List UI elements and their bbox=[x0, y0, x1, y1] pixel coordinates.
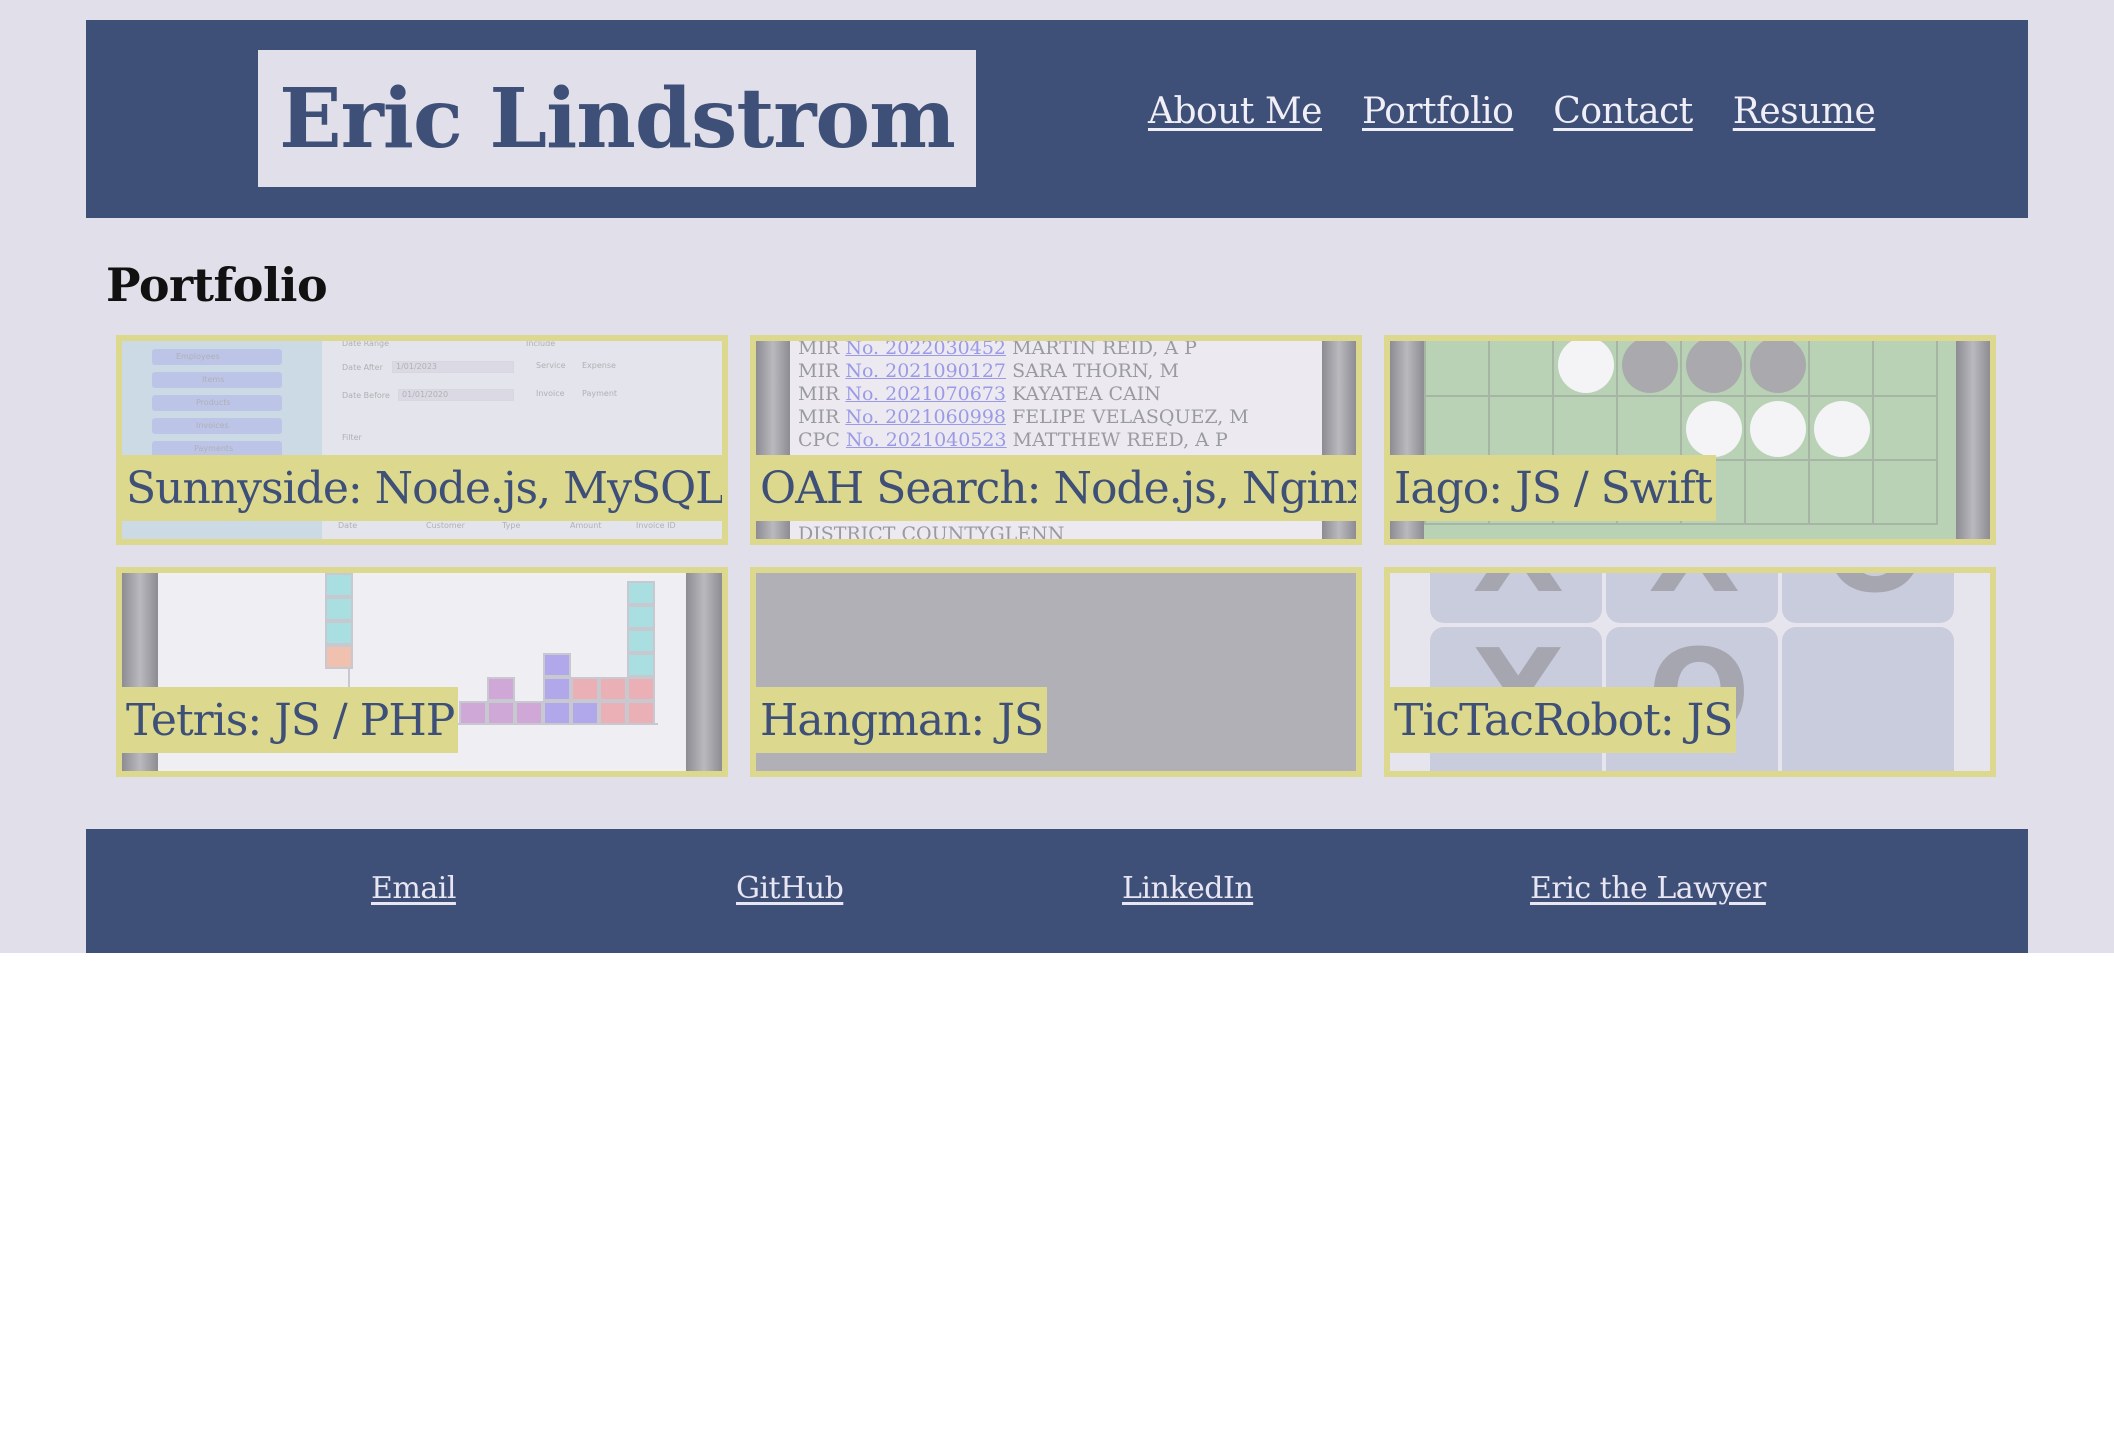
project-title[interactable]: Hangman: JS bbox=[756, 687, 1047, 753]
project-card-hangman[interactable]: Hangman: JS bbox=[750, 567, 1362, 777]
brand-box[interactable]: Eric Lindstrom bbox=[258, 50, 976, 187]
project-card-tetris[interactable]: Tetris: JS / PHP bbox=[116, 567, 728, 777]
white-disc bbox=[1686, 401, 1742, 457]
thumb-result-row: CPC No. 2021040523 MATTHEW REED, A P bbox=[798, 429, 1228, 451]
project-card-tictacrobot[interactable]: X X O X O TicTacRobot: JS bbox=[1384, 567, 1996, 777]
project-title[interactable]: Iago: JS / Swift bbox=[1390, 455, 1716, 521]
site-footer: Email GitHub LinkedIn Eric the Lawyer bbox=[86, 829, 2028, 953]
thumb-result-row: MIR No. 2021060998 FELIPE VELASQUEZ, M bbox=[798, 406, 1249, 428]
portfolio-heading: Portfolio bbox=[106, 258, 328, 312]
project-title[interactable]: OAH Search: Node.js, Nginx bbox=[756, 455, 1356, 521]
footer-link-email[interactable]: Email bbox=[371, 871, 456, 906]
nav-link-about[interactable]: About Me bbox=[1148, 91, 1322, 132]
project-title[interactable]: Tetris: JS / PHP bbox=[122, 687, 459, 753]
footer-link-github[interactable]: GitHub bbox=[736, 871, 844, 906]
project-title[interactable]: Sunnyside: Node.js, MySQL bbox=[122, 455, 722, 521]
site-title[interactable]: Eric Lindstrom bbox=[279, 71, 956, 167]
project-title[interactable]: TicTacRobot: JS bbox=[1390, 687, 1737, 753]
white-disc bbox=[1750, 401, 1806, 457]
thumb-result-row: MIR No. 2021090127 SARA THORN, M bbox=[798, 360, 1179, 382]
footer-link-eric-the-lawyer[interactable]: Eric the Lawyer bbox=[1530, 871, 1766, 906]
thumb-result-row: MIR No. 2021070673 KAYATEA CAIN bbox=[798, 383, 1161, 405]
nav-link-resume[interactable]: Resume bbox=[1733, 91, 1876, 132]
site-header: Eric Lindstrom About Me Portfolio Contac… bbox=[86, 20, 2028, 218]
gray-disc bbox=[1622, 341, 1678, 393]
thumb-result-row: DISTRICT COUNTYGLENN bbox=[798, 523, 1065, 545]
project-card-sunnyside[interactable]: Employees Items Products Invoices Paymen… bbox=[116, 335, 728, 545]
nav-link-contact[interactable]: Contact bbox=[1553, 91, 1693, 132]
gray-disc bbox=[1750, 341, 1806, 393]
thumb-result-row: MIR No. 2022030452 MARTIN REID, A P bbox=[798, 337, 1197, 359]
white-disc bbox=[1558, 341, 1614, 393]
nav-link-portfolio[interactable]: Portfolio bbox=[1362, 91, 1514, 132]
o-mark: O bbox=[1824, 573, 1926, 620]
x-mark: X bbox=[1472, 573, 1565, 620]
white-disc bbox=[1814, 401, 1870, 457]
page-background: Eric Lindstrom About Me Portfolio Contac… bbox=[0, 0, 2114, 953]
project-card-oah-search[interactable]: MIR No. 2022030452 MARTIN REID, A P MIR … bbox=[750, 335, 1362, 545]
gray-disc bbox=[1686, 341, 1742, 393]
main-nav: About Me Portfolio Contact Resume bbox=[1148, 86, 1876, 136]
x-mark: X bbox=[1648, 573, 1741, 620]
project-card-iago[interactable]: Iago: JS / Swift bbox=[1384, 335, 1996, 545]
footer-link-linkedin[interactable]: LinkedIn bbox=[1122, 871, 1254, 906]
